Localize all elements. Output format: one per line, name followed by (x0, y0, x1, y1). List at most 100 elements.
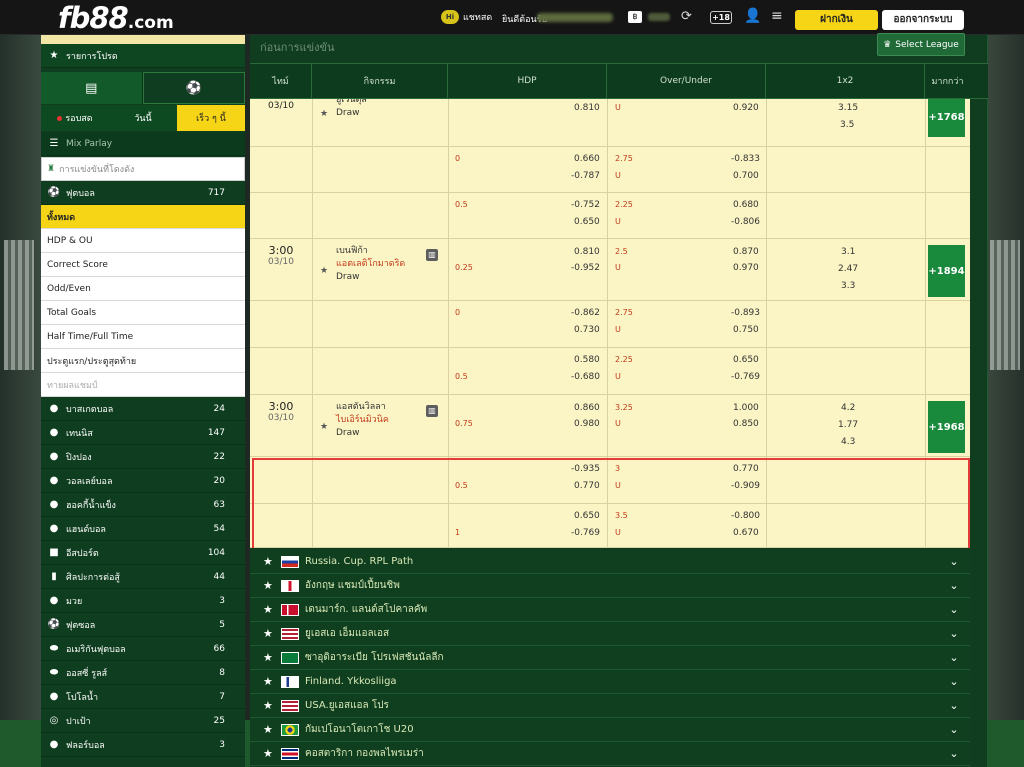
ou-under-odds[interactable]: 0.700 (733, 171, 759, 181)
sidebar-item-basketball[interactable]: ● บาสเกตบอล 24 (41, 397, 245, 421)
user-icon[interactable]: 👤 (744, 8, 761, 24)
hdp-away-odds[interactable]: 0.980 (574, 419, 600, 429)
chevron-down-icon[interactable]: ⌄ (944, 747, 964, 760)
more-markets-button[interactable]: +1968 (928, 401, 965, 453)
more-markets-button[interactable]: +1768 (928, 99, 965, 137)
sidebar-item-martial-arts[interactable]: ▮ ศิลปะการต่อสู้ 44 (41, 565, 245, 589)
ou-over-odds[interactable]: 0.870 (733, 247, 759, 257)
chevron-down-icon[interactable]: ⌄ (944, 675, 964, 688)
age-badge-icon[interactable]: +18 (710, 11, 732, 24)
bet-type-total-goals[interactable]: Total Goals (41, 301, 245, 325)
bet-type-hdp-ou[interactable]: HDP & OU (41, 229, 245, 253)
bet-type-correct-score[interactable]: Correct Score (41, 253, 245, 277)
hdp-home-odds[interactable]: -0.862 (571, 308, 600, 318)
chevron-down-icon[interactable]: ⌄ (944, 651, 964, 664)
x12-2[interactable]: 4.3 (841, 437, 855, 447)
x12-1[interactable]: 4.2 (841, 403, 855, 413)
bet-type-odd-even[interactable]: Odd/Even (41, 277, 245, 301)
ou-over-odds[interactable]: 0.650 (733, 355, 759, 365)
hdp-away-odds[interactable]: -0.952 (571, 263, 600, 273)
ou-over-odds[interactable]: 0.770 (733, 464, 759, 474)
deposit-button[interactable]: ฝากเงิน (795, 10, 878, 30)
sidebar-item-american-football[interactable]: ⬬ อเมริกันฟุตบอล 66 (41, 637, 245, 661)
ou-under-odds[interactable]: -0.769 (731, 372, 760, 382)
ou-under-odds[interactable]: -0.806 (731, 217, 760, 227)
star-icon[interactable]: ★ (263, 579, 277, 592)
ou-over-odds[interactable]: 0.680 (733, 200, 759, 210)
chevron-down-icon[interactable]: ⌄ (944, 579, 964, 592)
ou-under-odds[interactable]: 0.970 (733, 263, 759, 273)
chevron-down-icon[interactable]: ⌄ (944, 627, 964, 640)
league-row[interactable]: ★ ยูเอสเอ เอ็มแอลเอส ⌄ (250, 622, 970, 646)
league-row[interactable]: ★ Russia. Cup. RPL Path ⌄ (250, 550, 970, 574)
x12-2[interactable]: 3.3 (841, 281, 855, 291)
stats-icon[interactable]: ▥ (426, 405, 438, 417)
star-icon[interactable]: ★ (263, 627, 277, 640)
league-row[interactable]: ★ กัมเปโอนาโตเกาโช U20 ⌄ (250, 718, 970, 742)
hdp-away-odds[interactable]: -0.787 (571, 171, 600, 181)
logout-button[interactable]: ออกจากระบบ (882, 10, 964, 30)
ou-over-odds[interactable]: -0.800 (731, 511, 760, 521)
bet-type-ht-ft[interactable]: Half Time/Full Time (41, 325, 245, 349)
star-icon[interactable]: ★ (263, 651, 277, 664)
select-league-button[interactable]: ♛ Select League (877, 33, 965, 56)
site-logo[interactable]: fb88 .com (58, 1, 174, 35)
chevron-down-icon[interactable]: ⌄ (944, 555, 964, 568)
sidebar-item-aussie-rules[interactable]: ⬬ ออสซี่ รูลส์ 8 (41, 661, 245, 685)
sidebar-item-table-tennis[interactable]: ● ปิงปอง 22 (41, 445, 245, 469)
favorite-star-icon[interactable]: ★ (320, 422, 328, 432)
bet-type-outright[interactable]: ทายผลแชมป์ (41, 373, 245, 397)
refresh-icon[interactable]: ⟳ (681, 9, 692, 24)
hdp-away-odds[interactable]: 0.730 (574, 325, 600, 335)
bet-type-all[interactable]: ทั้งหมด (41, 205, 245, 229)
ou-over-odds[interactable]: -0.833 (731, 154, 760, 164)
chevron-down-icon[interactable]: ⌄ (944, 603, 964, 616)
league-row[interactable]: ★ USA.ยูเอสแอล โปร ⌄ (250, 694, 970, 718)
hdp-home-odds[interactable]: -0.935 (571, 464, 600, 474)
more-markets-button[interactable]: +1894 (928, 245, 965, 297)
x12-x[interactable]: 1.77 (838, 420, 858, 430)
sidebar-item-darts[interactable]: ◎ ปาเป้า 25 (41, 709, 245, 733)
favorite-star-icon[interactable]: ★ (320, 266, 328, 276)
x12-1[interactable]: 3.1 (841, 247, 855, 257)
bet-type-first-last-goal[interactable]: ประตูแรก/ประตูสุดท้าย (41, 349, 245, 373)
hdp-away-odds[interactable]: 0.650 (574, 217, 600, 227)
ou-over-odds[interactable]: -0.893 (731, 308, 760, 318)
hdp-home-odds[interactable]: -0.752 (571, 200, 600, 210)
x12-x[interactable]: 2.47 (838, 264, 858, 274)
star-icon[interactable]: ★ (263, 723, 277, 736)
mix-parlay-item[interactable]: ☰ Mix Parlay (41, 132, 245, 156)
league-row[interactable]: ★ เดนมาร์ก. แลนด์สโปคาลคัพ ⌄ (250, 598, 970, 622)
ou-under-odds[interactable]: -0.909 (731, 481, 760, 491)
sidebar-item-tennis[interactable]: ● เทนนิส 147 (41, 421, 245, 445)
sidebar-item-handball[interactable]: ● แฮนด์บอล 54 (41, 517, 245, 541)
tab-early[interactable]: เร็ว ๆ นี้ (177, 105, 245, 131)
hdp-away-odds[interactable]: 0.770 (574, 481, 600, 491)
x12-1[interactable]: 3.15 (838, 103, 858, 113)
chevron-down-icon[interactable]: ⌄ (944, 723, 964, 736)
favorites-item[interactable]: ★ รายการโปรด (41, 44, 245, 68)
hdp-home-odds[interactable]: 0.860 (574, 403, 600, 413)
sidebar-item-soccer[interactable]: ⚽ ฟุตบอล 717 (41, 181, 245, 205)
stats-icon[interactable]: ▥ (426, 249, 438, 261)
hdp-home-odds[interactable]: 0.580 (574, 355, 600, 365)
hdp-away-odds[interactable]: -0.680 (571, 372, 600, 382)
sidebar-item-ice-hockey[interactable]: ● ฮอคกี้น้ำแข็ง 63 (41, 493, 245, 517)
settings-icon[interactable]: ≡ (771, 8, 783, 24)
hdp-home-odds[interactable]: 0.810 (574, 247, 600, 257)
star-icon[interactable]: ★ (263, 675, 277, 688)
league-row[interactable]: ★ อังกฤษ แชมป์เปี้ยนชิพ ⌄ (250, 574, 970, 598)
star-icon[interactable]: ★ (263, 699, 277, 712)
sidebar-item-futsal[interactable]: ⚽ ฟุตซอล 5 (41, 613, 245, 637)
chevron-down-icon[interactable]: ⌄ (944, 699, 964, 712)
star-icon[interactable]: ★ (263, 555, 277, 568)
hdp-home-odds[interactable]: 0.650 (574, 511, 600, 521)
league-row[interactable]: ★ ซาอุดิอาระเบีย โปรเฟสชันนัลลีก ⌄ (250, 646, 970, 670)
tab-today[interactable]: วันนี้ (109, 105, 177, 131)
sidebar-item-boxing[interactable]: ● มวย 3 (41, 589, 245, 613)
featured-matches-item[interactable]: ♜ การแข่งขันที่โดงดัง (41, 157, 245, 181)
ou-under-odds[interactable]: 0.670 (733, 528, 759, 538)
league-row[interactable]: ★ คอสตาริกา กองพลไพรเมร่า ⌄ (250, 742, 970, 766)
ou-over-odds[interactable]: 1.000 (733, 403, 759, 413)
ou-under-odds[interactable]: 0.850 (733, 419, 759, 429)
